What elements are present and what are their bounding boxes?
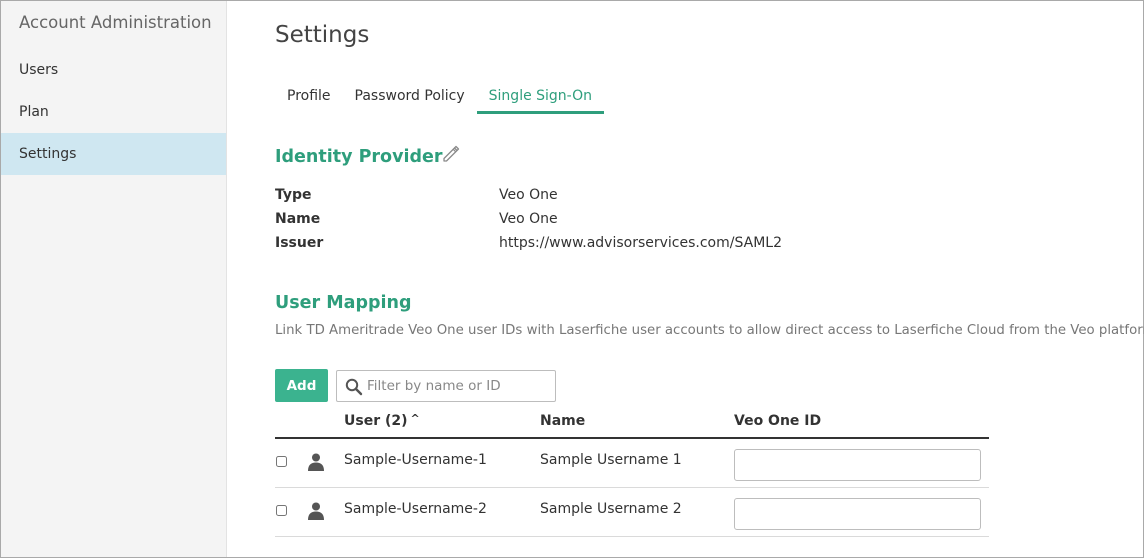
table-row: Sample-Username-2 Sample Username 2 bbox=[275, 488, 989, 537]
user-mapping-title: User Mapping bbox=[275, 293, 412, 313]
sidebar-title: Account Administration bbox=[19, 13, 212, 32]
row-checkbox[interactable] bbox=[276, 505, 287, 516]
info-value: Veo One bbox=[499, 187, 558, 203]
user-icon bbox=[306, 452, 326, 472]
veo-one-id-input[interactable] bbox=[734, 498, 981, 530]
tab-single-sign-on[interactable]: Single Sign-On bbox=[476, 84, 605, 114]
column-header-name[interactable]: Name bbox=[540, 413, 585, 429]
filter-box bbox=[336, 370, 556, 402]
search-icon bbox=[345, 378, 363, 396]
user-icon bbox=[306, 501, 326, 521]
identity-provider-title: Identity Provider bbox=[275, 147, 443, 167]
tab-profile[interactable]: Profile bbox=[275, 84, 343, 114]
table-header: User (2) ^ Name Veo One ID bbox=[275, 406, 989, 439]
main-content: Settings Profile Password Policy Single … bbox=[227, 1, 1144, 557]
app-window: Account Administration Users Plan Settin… bbox=[0, 0, 1144, 558]
tab-bar: Profile Password Policy Single Sign-On bbox=[275, 84, 605, 114]
page-title: Settings bbox=[275, 22, 370, 48]
pencil-icon[interactable] bbox=[441, 143, 461, 163]
row-user: Sample-Username-2 bbox=[344, 501, 487, 517]
row-name: Sample Username 1 bbox=[540, 452, 682, 468]
sidebar-item-settings[interactable]: Settings bbox=[1, 133, 226, 175]
user-mapping-table: User (2) ^ Name Veo One ID Sample-Usernam… bbox=[275, 406, 989, 537]
info-value: Veo One bbox=[499, 211, 558, 227]
info-value: https://www.advisorservices.com/SAML2 bbox=[499, 235, 782, 251]
row-checkbox[interactable] bbox=[276, 456, 287, 467]
user-mapping-description: Link TD Ameritrade Veo One user IDs with… bbox=[275, 323, 1144, 338]
tab-password-policy[interactable]: Password Policy bbox=[343, 84, 477, 114]
info-label: Issuer bbox=[275, 235, 324, 251]
column-header-user[interactable]: User (2) ^ bbox=[344, 412, 420, 429]
info-label: Name bbox=[275, 211, 321, 227]
sort-indicator: ^ bbox=[410, 412, 420, 425]
table-row: Sample-Username-1 Sample Username 1 bbox=[275, 439, 989, 488]
sidebar-item-users[interactable]: Users bbox=[1, 49, 226, 91]
sidebar-item-plan[interactable]: Plan bbox=[1, 91, 226, 133]
add-button[interactable]: Add bbox=[275, 369, 328, 402]
filter-input[interactable] bbox=[367, 371, 553, 401]
column-header-veo-one-id[interactable]: Veo One ID bbox=[734, 413, 821, 429]
row-name: Sample Username 2 bbox=[540, 501, 682, 517]
column-header-user-label: User (2) bbox=[344, 413, 408, 429]
row-user: Sample-Username-1 bbox=[344, 452, 487, 468]
veo-one-id-input[interactable] bbox=[734, 449, 981, 481]
sidebar: Account Administration Users Plan Settin… bbox=[1, 1, 227, 557]
info-label: Type bbox=[275, 187, 312, 203]
